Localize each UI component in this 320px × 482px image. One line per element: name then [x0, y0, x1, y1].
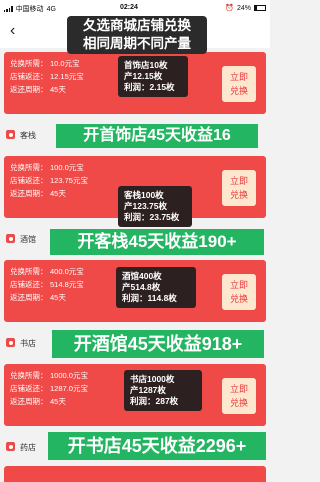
return-value: 1287.0元宝	[50, 384, 88, 393]
banner-text: 开酒馆45天收益918+	[73, 334, 243, 354]
shop-name: 客栈	[20, 131, 36, 140]
return-label: 店铺返还：	[10, 280, 48, 289]
back-arrow-icon[interactable]: ‹	[10, 22, 15, 40]
promo-banner: 开首饰店45天收益16	[56, 124, 258, 148]
redeem-label-line1: 立即	[229, 384, 248, 394]
price-label: 兑换所需：	[10, 267, 48, 276]
redeem-label-line1: 立即	[229, 176, 248, 186]
redeem-button[interactable]: 立即 兑换	[222, 378, 256, 414]
return-label: 店铺返还：	[10, 176, 48, 185]
profit-summary: 首饰店10枚 产12.15枚 利润：2.15枚	[118, 56, 188, 97]
summary-line: 产12.15枚	[124, 71, 163, 81]
redeem-label-line1: 立即	[229, 280, 248, 290]
cycle-value: 45天	[50, 85, 66, 94]
price-value: 10.0元宝	[50, 59, 80, 68]
banner-text: 开书店45天收益2296+	[67, 436, 247, 456]
profit-summary: 书店1000枚 产1287枚 利润：287枚	[124, 370, 202, 411]
return-value: 123.75元宝	[50, 176, 88, 185]
battery-icon	[254, 5, 266, 11]
redeem-label-line2: 兑换	[229, 294, 248, 304]
price-label: 兑换所需：	[10, 371, 48, 380]
shop-icon	[6, 338, 15, 347]
cycle-label: 返还周期：	[10, 85, 48, 94]
carrier-name: 中国移动	[15, 6, 44, 13]
shop-name: 酒馆	[20, 235, 36, 244]
summary-line: 客栈100枚	[124, 190, 164, 200]
signal-icon	[4, 6, 13, 12]
redeem-label-line2: 兑换	[229, 190, 248, 200]
card-info: 兑换所需： 100.0元宝 店铺返还： 123.75元宝 返还周期： 45天	[10, 161, 88, 200]
cycle-label: 返还周期：	[10, 189, 48, 198]
redeem-button[interactable]: 立即 兑换	[222, 274, 256, 310]
summary-line: 产123.75枚	[124, 201, 167, 211]
price-label: 兑换所需：	[10, 163, 48, 172]
return-label: 店铺返还：	[10, 72, 48, 81]
shop-name: 药店	[20, 443, 36, 452]
summary-line: 产514.8枚	[122, 282, 161, 292]
promo-banner: 开客栈45天收益190+	[50, 229, 264, 255]
summary-line: 酒馆400枚	[122, 271, 162, 281]
return-value: 514.8元宝	[50, 280, 84, 289]
price-value: 100.0元宝	[50, 163, 84, 172]
redeem-button[interactable]: 立即 兑换	[222, 170, 256, 206]
redeem-label-line1: 立即	[229, 72, 248, 82]
promo-overlay: 夂选商城店铺兑换 相同周期不同产量	[67, 16, 207, 54]
cycle-value: 45天	[50, 293, 66, 302]
price-value: 1000.0元宝	[50, 371, 88, 380]
promo-banner: 开书店45天收益2296+	[48, 432, 266, 460]
return-label: 店铺返还：	[10, 384, 48, 393]
summary-line: 利润：2.15枚	[124, 82, 175, 92]
summary-line: 利润：23.75枚	[124, 212, 180, 222]
shop-card	[4, 466, 266, 482]
summary-line: 利润：114.8枚	[122, 293, 177, 303]
shop-icon	[6, 442, 15, 451]
shop-name: 书店	[20, 339, 36, 348]
alarm-icon: ⏰	[225, 5, 234, 12]
summary-line: 书店1000枚	[130, 374, 175, 384]
battery-percent: 24%	[236, 4, 251, 12]
card-info: 兑换所需： 1000.0元宝 店铺返还： 1287.0元宝 返还周期： 45天	[10, 369, 88, 408]
banner-text: 开客栈45天收益190+	[77, 232, 237, 251]
redeem-button[interactable]: 立即 兑换	[222, 66, 256, 102]
return-value: 12.15元宝	[50, 72, 84, 81]
promo-overlay-line2: 相同周期不同产量	[83, 36, 191, 51]
summary-line: 利润：287枚	[130, 396, 179, 406]
network-type: 4G	[46, 5, 56, 13]
banner-text: 开首饰店45天收益16	[83, 127, 231, 144]
status-bar: 中国移动 4G 02:24 ⏰ 24%	[0, 0, 270, 16]
clock: 02:24	[120, 4, 138, 11]
profit-summary: 客栈100枚 产123.75枚 利润：23.75枚	[118, 186, 192, 227]
summary-line: 首饰店10枚	[124, 60, 168, 70]
price-value: 400.0元宝	[50, 267, 84, 276]
card-info: 兑换所需： 10.0元宝 店铺返还： 12.15元宝 返还周期： 45天	[10, 57, 84, 96]
redeem-label-line2: 兑换	[229, 398, 248, 408]
redeem-label-line2: 兑换	[229, 86, 248, 96]
profit-summary: 酒馆400枚 产514.8枚 利润：114.8枚	[116, 267, 196, 308]
shop-icon	[6, 130, 15, 139]
cycle-value: 45天	[50, 397, 66, 406]
summary-line: 产1287枚	[130, 385, 166, 395]
cycle-value: 45天	[50, 189, 66, 198]
cycle-label: 返还周期：	[10, 293, 48, 302]
shop-list: 兑换所需： 10.0元宝 店铺返还： 12.15元宝 返还周期： 45天 立即 兑换 …	[0, 48, 270, 482]
shop-icon	[6, 234, 15, 243]
promo-overlay-line1: 夂选商城店铺兑换	[83, 18, 191, 33]
cycle-label: 返还周期：	[10, 397, 48, 406]
promo-banner: 开酒馆45天收益918+	[52, 330, 264, 358]
price-label: 兑换所需：	[10, 59, 48, 68]
card-info: 兑换所需： 400.0元宝 店铺返还： 514.8元宝 返还周期： 45天	[10, 265, 84, 304]
